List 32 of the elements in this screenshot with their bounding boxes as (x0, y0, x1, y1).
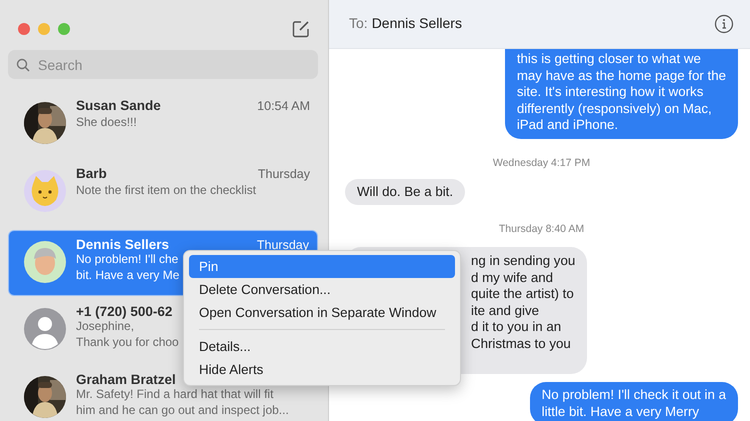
message-time: Thursday (258, 167, 310, 181)
message-preview: No problem! I'll che bit. Have a very Me (76, 252, 180, 283)
contact-name: Susan Sande (76, 98, 161, 113)
close-button[interactable] (18, 23, 30, 35)
message-bubble: No problem! I'll check it out in a little bit. Have a very Merry (530, 382, 738, 421)
person-icon (24, 308, 66, 350)
message-preview: Josephine, Thank you for choo (76, 319, 179, 350)
timestamp: Wednesday 4:17 PM (492, 156, 590, 168)
zoom-button[interactable] (58, 23, 70, 35)
message-preview: Note the first item on the checklist (76, 183, 256, 198)
menu-item[interactable]: Pin (189, 255, 455, 278)
compose-icon[interactable] (292, 20, 310, 38)
avatar-icon (24, 241, 66, 283)
message-time: 10:54 AM (257, 99, 310, 113)
message-time: Thursday (256, 238, 309, 252)
message-bubble: Will do. Be a bit. (345, 178, 466, 205)
recipient-name: Dennis Sellers (372, 15, 462, 31)
search-input[interactable]: Search (36, 56, 240, 74)
contact-name: Dennis Sellers (76, 237, 170, 252)
message-preview: Mr. Safety! Find a hard hat that will fit him and he can go out and inspect job... (76, 387, 289, 418)
contact-name: Graham Bratzel (76, 372, 176, 387)
to-label: To: (349, 15, 368, 31)
contact-name: Barb (76, 166, 107, 181)
contact-name: +1 (720) 500-62 (76, 304, 172, 319)
minimize-button[interactable] (38, 23, 50, 35)
message-bubble: this is getting closer to what we may have as the home page for the site. It's interesting how it works differently (responsively) on Mac, iPad and iPhone. (504, 49, 738, 138)
search-icon (16, 58, 30, 72)
timestamp: Thursday 8:40 AM (498, 223, 584, 235)
info-icon[interactable] (714, 14, 734, 34)
cat-icon (24, 170, 66, 212)
message-preview: She does!!! (76, 115, 137, 130)
search-field[interactable]: Search (8, 50, 318, 79)
